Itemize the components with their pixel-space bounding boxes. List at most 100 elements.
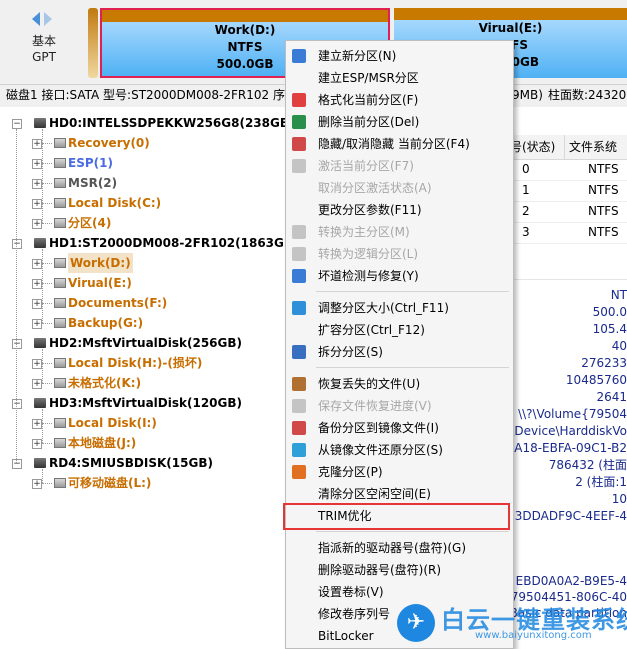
menu-item[interactable]: 建立ESP/MSR分区 [286,67,513,89]
grid-col-number-status[interactable]: 号(状态) [510,135,555,159]
partition-icon [54,438,66,448]
menu-item-label: BitLocker [318,629,374,643]
expand-toggle-icon[interactable]: + [32,279,42,289]
detail-value: \Device\HarddiskVo [510,424,627,438]
menu-item-label: 删除驱动器号(盘符)(R) [318,563,442,577]
menu-item[interactable]: 清除分区空闲空间(E) [286,483,513,505]
tree-item-label: Documents(F:) [68,296,168,310]
tree-item-label: Work(D:) [68,253,133,273]
menu-item[interactable]: 坏道检测与修复(Y) [286,265,513,287]
partition-icon [54,278,66,288]
menu-item[interactable]: 隐藏/取消隐藏 当前分区(F4) [286,133,513,155]
hide-icon [292,137,306,151]
expand-toggle-icon[interactable]: + [32,439,42,449]
clone-icon [292,465,306,479]
expand-toggle-icon[interactable]: + [32,299,42,309]
collapse-toggle-icon[interactable]: − [12,339,22,349]
expand-toggle-icon[interactable]: + [32,159,42,169]
tree-item-label: Virual(E:) [68,276,132,290]
menu-item[interactable]: 删除驱动器号(盘符)(R) [286,559,513,581]
collapse-toggle-icon[interactable]: − [12,119,22,129]
menu-item[interactable]: 指派新的驱动器号(盘符)(G) [286,537,513,559]
tree-item-label: MSR(2) [68,176,118,190]
menu-item[interactable]: 建立新分区(N) [286,45,513,67]
expand-toggle-icon[interactable]: + [32,139,42,149]
tree-item-label: 本地磁盘(J:) [68,436,137,450]
grid-col-filesystem[interactable]: 文件系统 [564,135,617,159]
menu-item-label: 隐藏/取消隐藏 当前分区(F4) [318,137,470,151]
partition-detail-values: NT 500.0 105.4 40 276233 10485760 2641 \\?\Volu… [505,287,627,527]
expand-toggle-icon[interactable]: + [32,319,42,329]
hard-disk-icon [34,458,46,468]
watermark-url: www.baiyunxitong.com [475,630,592,641]
partition-grid-header: 号(状态) 文件系统 [506,135,627,160]
collapse-toggle-icon[interactable]: − [12,239,22,249]
menu-item[interactable]: 备份分区到镜像文件(I) [286,417,513,439]
tree-connector [42,483,52,484]
split-icon [292,345,306,359]
convert-logical-icon [292,247,306,261]
disk-style-label: 基本 [31,34,56,48]
detail-value: \\?\Volume{79504 [518,407,627,421]
menu-item-label: 转换为逻辑分区(L) [318,247,419,261]
tree-item-label: Local Disk(C:) [68,196,162,210]
hard-disk-icon [34,238,46,248]
expand-toggle-icon[interactable]: + [32,419,42,429]
menu-item[interactable]: 克隆分区(P) [286,461,513,483]
partition-grid-row[interactable]: 1 NTFS [506,180,627,202]
format-icon [292,93,306,107]
expand-toggle-icon[interactable]: + [32,199,42,209]
prev-disk-arrow-icon[interactable] [32,12,40,26]
tree-connector [42,283,52,284]
expand-toggle-icon[interactable]: + [32,219,42,229]
menu-item-label: 删除当前分区(Del) [318,115,420,129]
expand-toggle-icon[interactable]: + [32,359,42,369]
detail-value: EBD0A0A2-B9E5-4 [515,574,627,588]
menu-item[interactable]: 扩容分区(Ctrl_F12) [286,319,513,341]
tree-item-label: Recovery(0) [68,136,150,150]
save-progress-icon [292,399,306,413]
grid-cell-filesystem: NTFS [588,162,619,176]
partition-gap-block[interactable] [88,8,98,78]
expand-toggle-icon[interactable]: + [32,379,42,389]
menu-item[interactable]: 拆分分区(S) [286,341,513,363]
partition-icon [54,138,66,148]
menu-item: 取消分区激活状态(A) [286,177,513,199]
partition-icon [54,178,66,188]
grid-cell-filesystem: NTFS [588,204,619,218]
partition-grid-row[interactable]: 2 NTFS [506,201,627,223]
menu-item: 保存文件恢复进度(V) [286,395,513,417]
menu-item[interactable]: 删除当前分区(Del) [286,111,513,133]
menu-item[interactable]: 更改分区参数(F11) [286,199,513,221]
expand-toggle-icon[interactable]: + [32,179,42,189]
detail-value: 500.0 [592,305,627,319]
menu-item[interactable]: 调整分区大小(Ctrl_F11) [286,297,513,319]
next-disk-arrow-icon[interactable] [44,12,52,26]
menu-item-label: 更改分区参数(F11) [318,203,422,217]
partition-grid-row[interactable]: 3 NTFS [506,222,627,244]
tree-connector [42,409,43,443]
tree-connector [42,349,43,383]
tree-connector [42,129,43,223]
expand-toggle-icon[interactable]: + [32,479,42,489]
menu-item[interactable]: 恢复丢失的文件(U) [286,373,513,395]
grid-cell-number: 2 [522,204,530,218]
grid-cell-filesystem: NTFS [588,225,619,239]
collapse-toggle-icon[interactable]: − [12,399,22,409]
partition-grid-row[interactable]: 0 NTFS [506,159,627,181]
menu-separator [316,367,509,368]
expand-toggle-icon[interactable]: + [32,259,42,269]
grid-cell-number: 0 [522,162,530,176]
new-partition-icon [292,49,306,63]
tree-connector [42,363,52,364]
menu-item[interactable]: 从镜像文件还原分区(S) [286,439,513,461]
disk-partition-style-label: GPT [32,50,56,64]
disk-info-text: 磁盘1 接口:SATA 型号:ST2000DM008-2FR102 序 [6,88,285,102]
menu-item-label: 恢复丢失的文件(U) [318,377,421,391]
menu-item[interactable]: 格式化当前分区(F) [286,89,513,111]
partition-context-menu[interactable]: 建立新分区(N) 建立ESP/MSR分区 格式化当前分区(F) 删除当前分区(Del)… [285,40,514,649]
disk-info-cylinders: 柱面数:243201 [548,88,627,102]
collapse-toggle-icon[interactable]: − [12,459,22,469]
trim-highlight-box [283,503,510,530]
tree-connector [42,469,43,483]
